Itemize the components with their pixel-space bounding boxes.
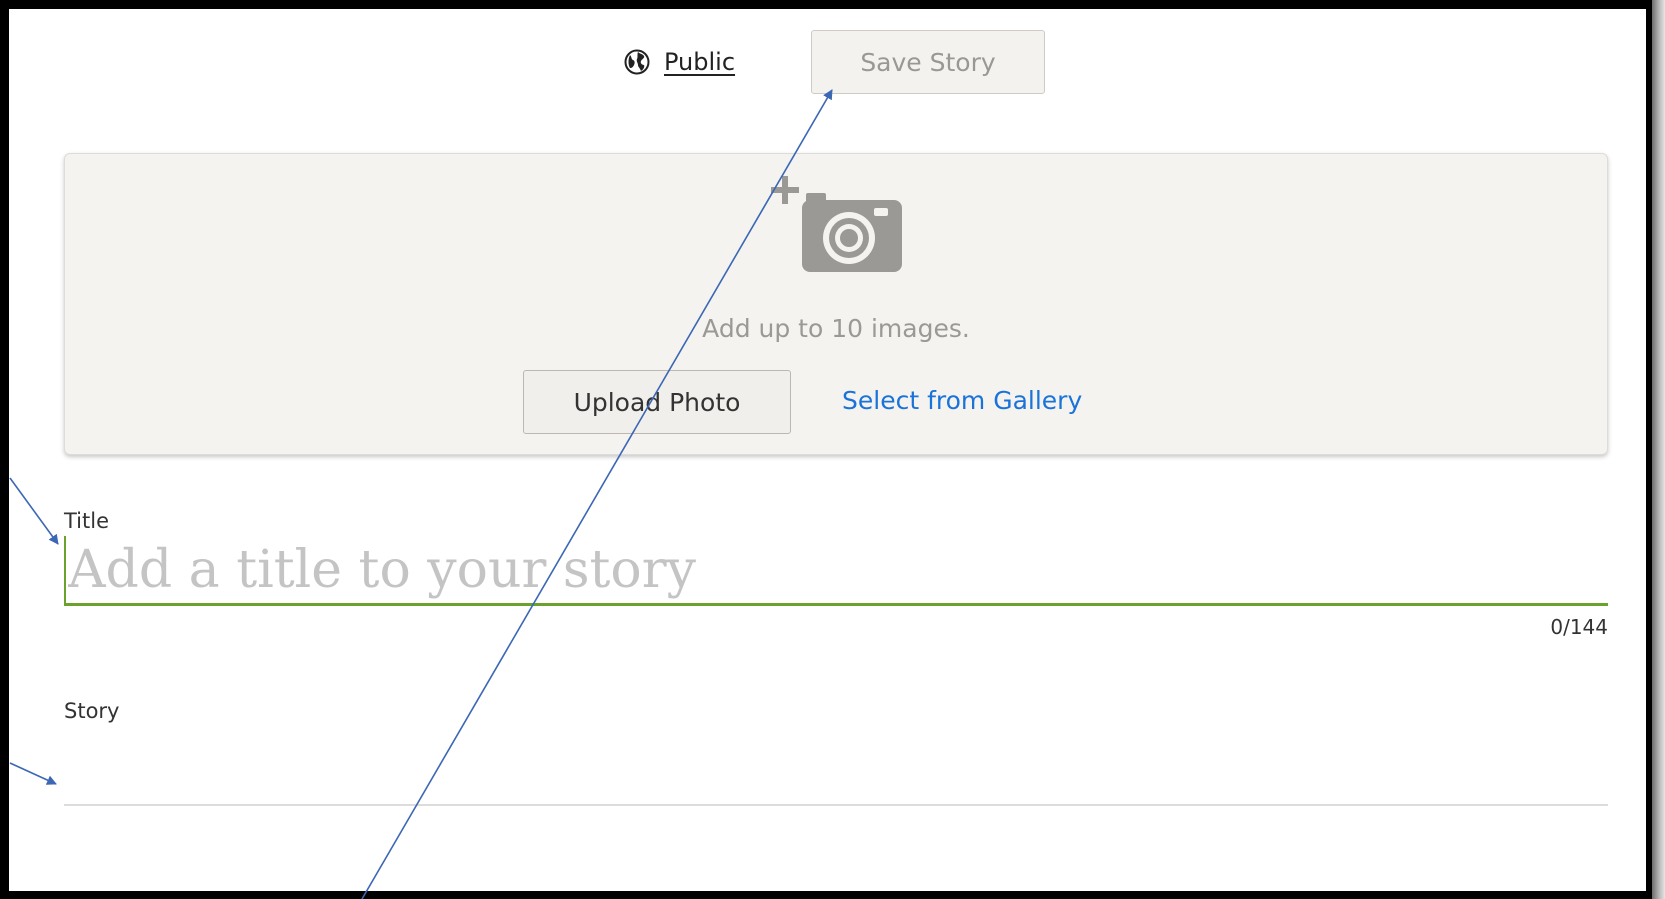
visibility-toggle[interactable]: Public xyxy=(624,44,735,80)
save-story-button[interactable]: Save Story xyxy=(811,30,1045,94)
frame-bottom-border xyxy=(0,891,1665,899)
title-input[interactable] xyxy=(64,536,1608,606)
frame-top-border xyxy=(0,0,1665,9)
frame-right-shadow xyxy=(1652,0,1665,899)
title-field-label: Title xyxy=(64,509,110,533)
frame-left-border xyxy=(0,0,9,899)
select-from-gallery-link[interactable]: Select from Gallery xyxy=(842,386,1082,415)
arrow-to-title-input xyxy=(9,477,59,545)
visibility-label[interactable]: Public xyxy=(664,48,735,76)
upload-hint-text: Add up to 10 images. xyxy=(702,314,970,343)
upload-photo-button[interactable]: Upload Photo xyxy=(523,370,791,434)
story-input[interactable] xyxy=(64,738,1608,806)
photo-upload-panel: Add up to 10 images. Upload Photo Select… xyxy=(64,153,1608,455)
camera-add-icon xyxy=(771,176,902,272)
title-char-counter: 0/144 xyxy=(1550,615,1608,639)
arrow-to-story-input xyxy=(9,762,57,785)
story-field-label: Story xyxy=(64,699,120,723)
screenshot-frame: Public Save Story Add up to 10 images. U… xyxy=(0,0,1665,899)
globe-icon xyxy=(624,49,650,75)
